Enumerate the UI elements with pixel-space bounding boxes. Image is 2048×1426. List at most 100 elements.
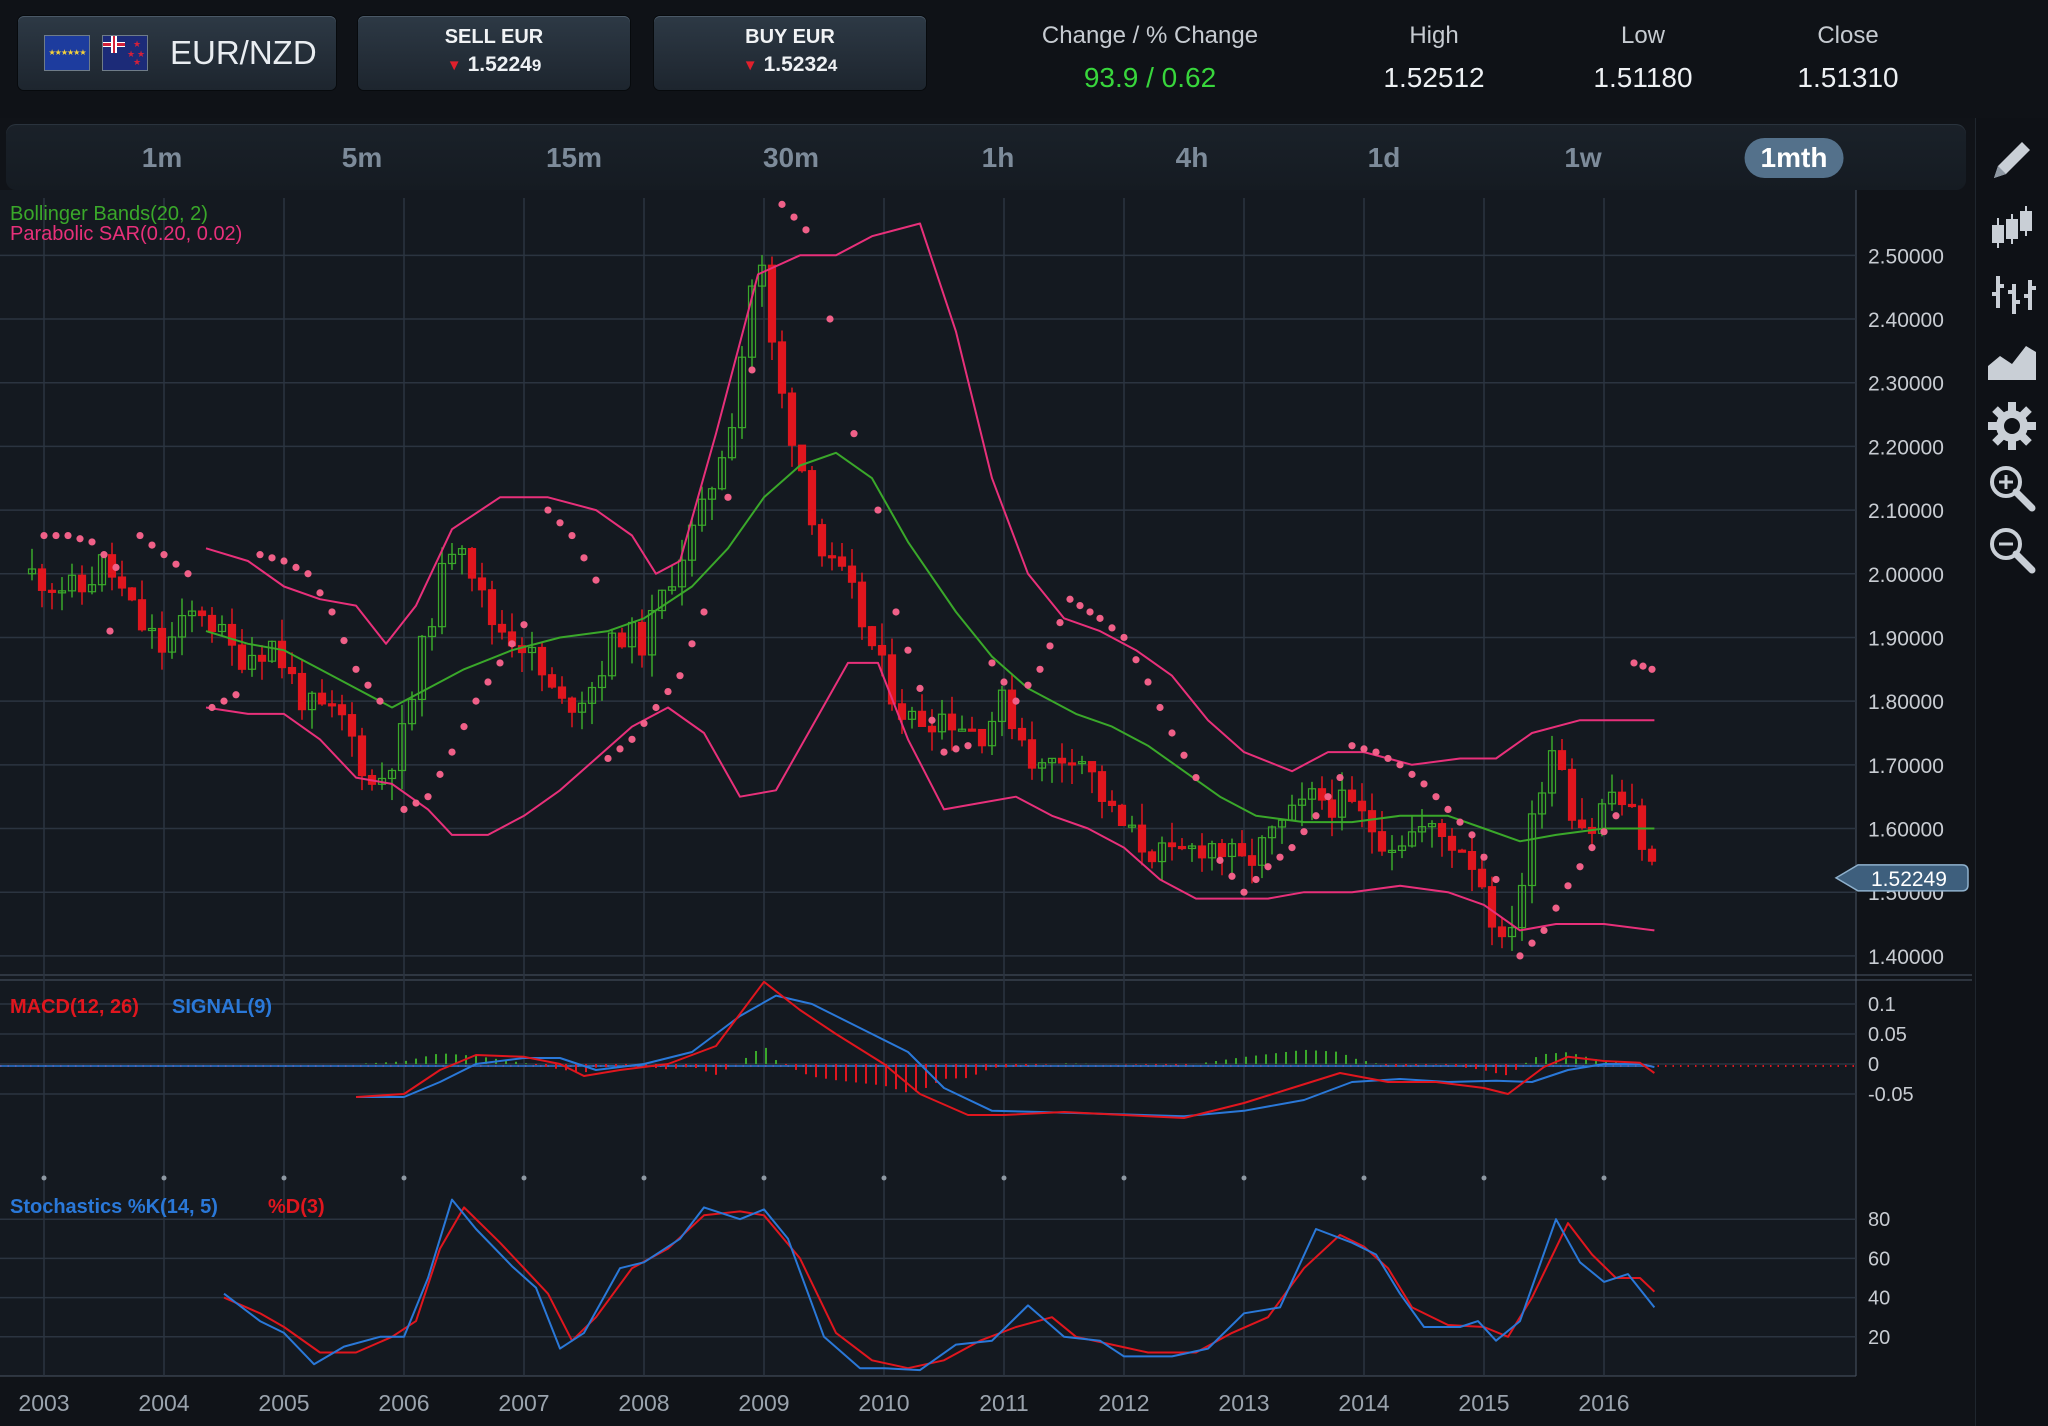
sar-dot bbox=[1300, 828, 1308, 836]
sar-dot bbox=[676, 672, 684, 680]
candle-body bbox=[357, 735, 367, 777]
timeframe-1mth[interactable]: 1mth bbox=[1744, 138, 1844, 178]
sar-dot bbox=[790, 213, 798, 221]
separator-dot bbox=[1001, 1175, 1007, 1181]
candle-body bbox=[567, 697, 577, 713]
price-chart[interactable]: 2003 2004 2005 2006 2007 2008 2009 2010 2011 2012… bbox=[0, 190, 1972, 1426]
timeframe-1h[interactable]: 1h bbox=[966, 138, 1031, 178]
candle-body bbox=[1497, 926, 1507, 938]
candle-body bbox=[787, 392, 797, 446]
sar-dot bbox=[148, 541, 156, 549]
sar-dot bbox=[1408, 770, 1416, 778]
sar-dot bbox=[640, 719, 648, 728]
candle-body bbox=[1567, 768, 1577, 821]
pencil-icon[interactable] bbox=[1984, 134, 2040, 190]
candle-body bbox=[227, 623, 237, 646]
candle-body bbox=[1327, 799, 1337, 818]
separator-dot bbox=[881, 1175, 887, 1181]
sar-dot bbox=[1192, 773, 1200, 782]
candle-body bbox=[477, 577, 487, 591]
gear-icon[interactable] bbox=[1984, 398, 2040, 454]
sar-dot bbox=[304, 570, 312, 578]
candle-body bbox=[917, 710, 927, 727]
candle-body bbox=[1627, 803, 1637, 808]
candle-body bbox=[927, 725, 937, 733]
area-chart-icon[interactable] bbox=[1984, 332, 2040, 388]
candle-body bbox=[1107, 800, 1117, 806]
timeframe-30m[interactable]: 30m bbox=[747, 138, 835, 178]
buy-eur-button[interactable]: BUY EUR ▼ 1.52324 bbox=[654, 16, 926, 90]
candle-body bbox=[1017, 727, 1027, 741]
sar-dot bbox=[1432, 793, 1440, 801]
candle-body bbox=[967, 728, 977, 732]
sar-dot bbox=[664, 687, 672, 696]
candle-body bbox=[1557, 750, 1567, 771]
sar-dot bbox=[364, 681, 372, 689]
ohlc-bars-icon[interactable] bbox=[1984, 266, 2040, 322]
y-tick-label: 2.40000 bbox=[1868, 309, 1944, 332]
zoom-out-icon[interactable] bbox=[1984, 522, 2040, 578]
timeframe-1d[interactable]: 1d bbox=[1352, 138, 1417, 178]
y-tick-label: 1.90000 bbox=[1868, 627, 1944, 650]
sar-dot bbox=[496, 659, 504, 667]
timeframe-1m[interactable]: 1m bbox=[126, 138, 198, 178]
currency-pair-label: EUR/NZD bbox=[170, 34, 317, 71]
sar-dot bbox=[1264, 863, 1272, 871]
sar-dot bbox=[1120, 633, 1128, 642]
top-bar: ★★★★★★ ★ ★ ★ ★ EUR/NZD SELL EUR ▼ 1.52249… bbox=[0, 0, 2048, 118]
sar-dot bbox=[256, 551, 264, 559]
candlestick-icon[interactable] bbox=[1984, 200, 2040, 256]
chart-toolbar bbox=[1975, 118, 2048, 1426]
separator-dot bbox=[521, 1175, 527, 1181]
sar-dot bbox=[1144, 678, 1152, 686]
x-tick-label: 2015 bbox=[1458, 1390, 1509, 1416]
candle-body bbox=[47, 589, 57, 593]
sar-dot bbox=[850, 430, 858, 438]
low-stat: Low 1.51180 bbox=[1543, 22, 1743, 94]
currency-pair-selector[interactable]: ★★★★★★ ★ ★ ★ ★ EUR/NZD bbox=[18, 16, 336, 90]
sar-dot bbox=[436, 770, 444, 778]
sar-dot bbox=[1420, 780, 1428, 788]
candle-body bbox=[1577, 819, 1587, 829]
candle-body bbox=[1217, 843, 1227, 858]
sar-dot bbox=[1396, 761, 1404, 769]
separator-dot bbox=[1361, 1175, 1367, 1181]
timeframe-5m[interactable]: 5m bbox=[326, 138, 398, 178]
candle-body bbox=[1117, 804, 1127, 827]
sar-dot bbox=[232, 691, 240, 699]
change-header: Change / % Change bbox=[1041, 22, 1259, 49]
separator-dot bbox=[401, 1175, 407, 1181]
sar-dot bbox=[1312, 812, 1320, 820]
candle-body bbox=[277, 640, 287, 669]
macd-tick-label: -0.05 bbox=[1868, 1084, 1914, 1106]
candle-body bbox=[977, 728, 987, 747]
sar-dot bbox=[1324, 793, 1332, 801]
candle-body bbox=[827, 555, 837, 559]
timeframe-1w[interactable]: 1w bbox=[1548, 138, 1617, 178]
stoch-tick-label: 20 bbox=[1868, 1327, 1890, 1349]
stoch-tick-label: 40 bbox=[1868, 1288, 1890, 1310]
sar-dot bbox=[556, 519, 564, 527]
sar-dot bbox=[1056, 618, 1064, 627]
candle-body bbox=[1647, 848, 1657, 862]
candle-body bbox=[327, 703, 337, 707]
candle-body bbox=[1467, 851, 1477, 870]
sar-dot bbox=[1108, 624, 1116, 632]
separator-dot bbox=[1481, 1175, 1487, 1181]
candle-body bbox=[1357, 800, 1367, 812]
sar-dot bbox=[400, 805, 408, 814]
sar-dot bbox=[1480, 853, 1488, 861]
sar-dot bbox=[106, 627, 114, 635]
candle-body bbox=[77, 574, 87, 593]
zoom-in-icon[interactable] bbox=[1984, 460, 2040, 516]
sell-eur-button[interactable]: SELL EUR ▼ 1.52249 bbox=[358, 16, 630, 90]
sar-dot bbox=[1588, 844, 1596, 852]
sar-dot bbox=[352, 665, 360, 673]
sar-dot bbox=[724, 493, 732, 501]
sar-dot bbox=[1086, 608, 1094, 616]
candle-body bbox=[637, 621, 647, 656]
timeframe-4h[interactable]: 4h bbox=[1160, 138, 1225, 178]
separator-dot bbox=[161, 1175, 167, 1181]
timeframe-15m[interactable]: 15m bbox=[530, 138, 618, 178]
sar-dot bbox=[604, 754, 612, 763]
